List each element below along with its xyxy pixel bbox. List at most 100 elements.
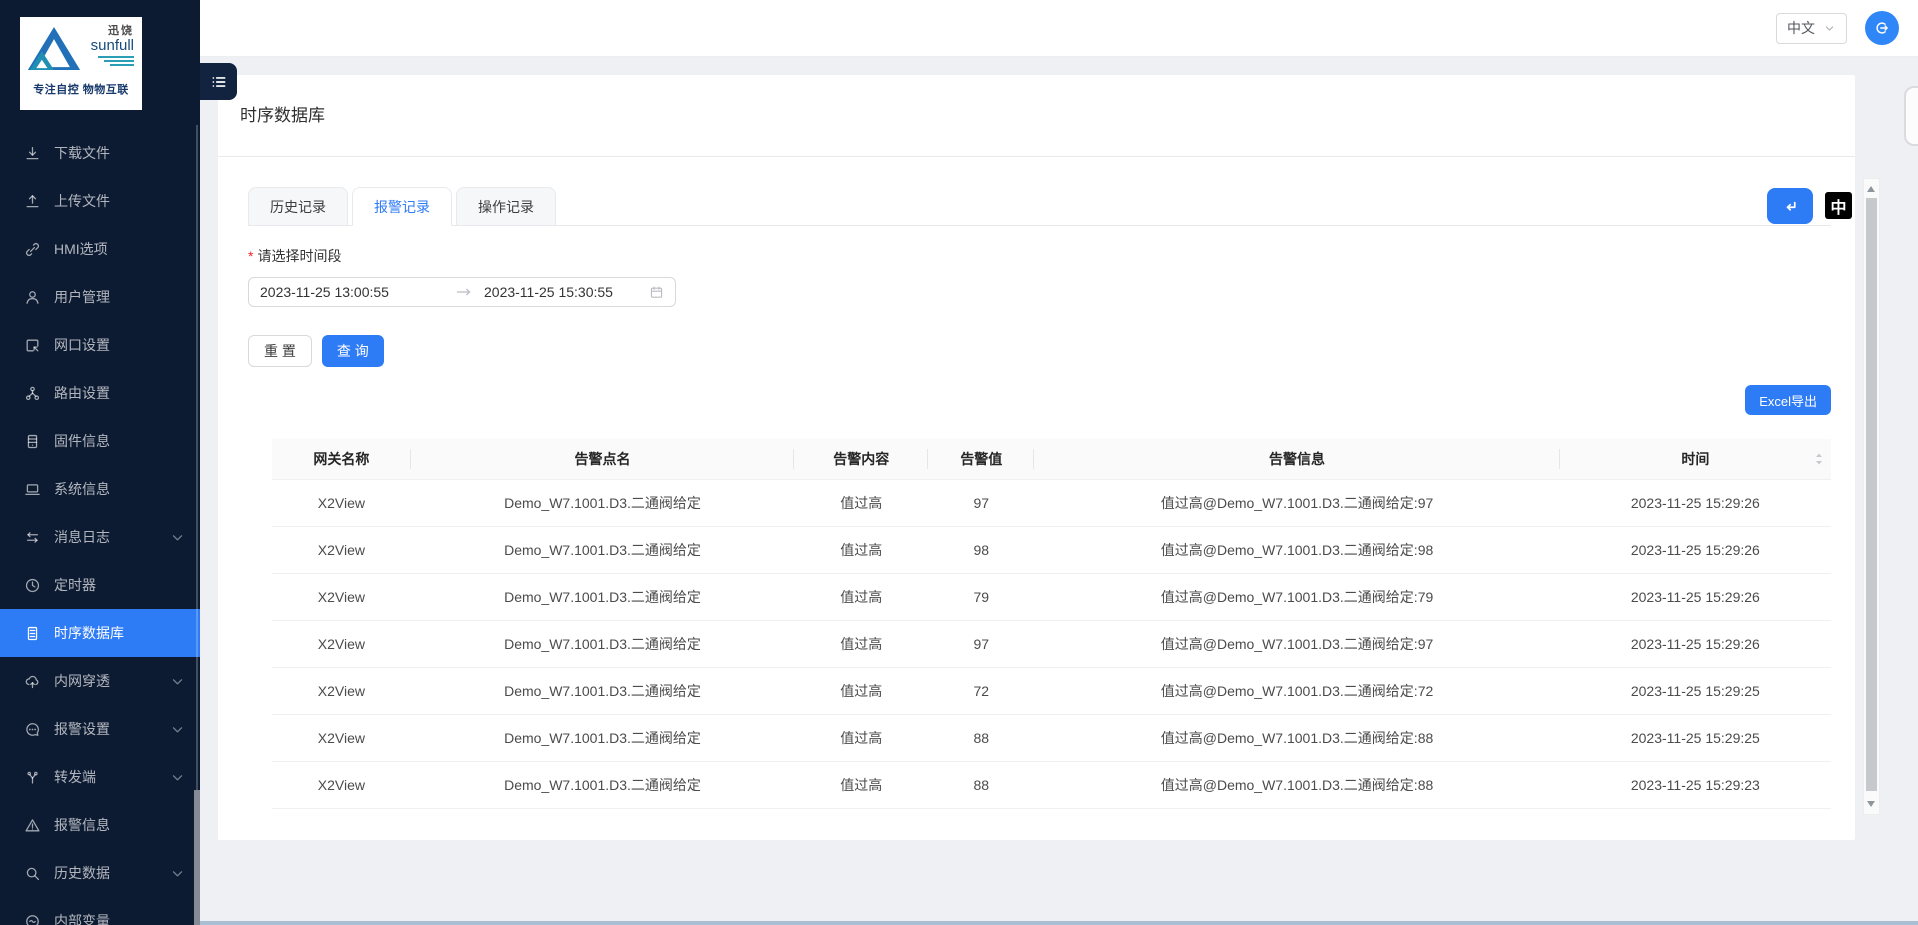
language-select[interactable]: 中文 <box>1776 13 1847 44</box>
table-row: X2ViewDemo_W7.1001.D3.二通阀给定值过高72值过高@Demo… <box>272 667 1831 714</box>
table-row: X2ViewDemo_W7.1001.D3.二通阀给定值过高79值过高@Demo… <box>272 573 1831 620</box>
translate-restore-button[interactable] <box>1767 188 1813 224</box>
sidebar-item[interactable]: 时序数据库 <box>0 609 200 657</box>
sidebar-item[interactable]: HMI选项 <box>0 225 200 273</box>
user-icon <box>24 289 41 306</box>
download-icon <box>24 145 41 162</box>
route-icon <box>24 385 41 402</box>
cell-info: 值过高@Demo_W7.1001.D3.二通阀给定:97 <box>1034 479 1559 526</box>
main-card: 时序数据库 历史记录报警记录操作记录 中 *请选择时间段 <box>218 75 1855 840</box>
sidebar-item-label: 定时器 <box>54 575 186 595</box>
upload-icon <box>24 193 41 210</box>
sidebar-collapse-toggle[interactable] <box>200 63 237 100</box>
main-column: 中文 时序数据库 <box>200 0 1918 925</box>
forward-icon <box>24 769 41 786</box>
brand-tagline: 专注自控 物物互联 <box>26 81 136 97</box>
cell-content: 值过高 <box>794 667 928 714</box>
sidebar-scrollbar-thumb[interactable] <box>194 790 200 925</box>
sidebar-item-label: 系统信息 <box>54 479 186 499</box>
time-range-picker[interactable]: 2023-11-25 13:00:55 2023-11-25 15:30:55 <box>248 277 676 307</box>
logout-icon <box>1874 20 1890 36</box>
sidebar-item-label: 历史数据 <box>54 863 156 883</box>
message-log-icon <box>24 529 41 546</box>
sidebar-item[interactable]: 消息日志 <box>0 513 200 561</box>
sidebar-item[interactable]: 报警信息 <box>0 801 200 849</box>
cell-point: Demo_W7.1001.D3.二通阀给定 <box>411 761 795 808</box>
range-start-value[interactable]: 2023-11-25 13:00:55 <box>260 284 456 300</box>
sidebar-item-label: 上传文件 <box>54 191 186 211</box>
cell-content: 值过高 <box>794 761 928 808</box>
column-header: 告警点名 <box>411 439 795 479</box>
content-scrollbar-thumb[interactable] <box>1866 198 1877 791</box>
cell-info: 值过高@Demo_W7.1001.D3.二通阀给定:88 <box>1034 761 1559 808</box>
page-content: 时序数据库 历史记录报警记录操作记录 中 *请选择时间段 <box>200 57 1918 840</box>
cell-point: Demo_W7.1001.D3.二通阀给定 <box>411 667 795 714</box>
reset-button[interactable]: 重 置 <box>248 335 312 367</box>
cell-content: 值过高 <box>794 573 928 620</box>
range-end-value[interactable]: 2023-11-25 15:30:55 <box>484 284 613 300</box>
cell-gateway: X2View <box>272 761 411 808</box>
brand-lines-decoration <box>82 56 134 66</box>
calendar-icon <box>649 285 664 300</box>
chevron-down-icon <box>1824 23 1835 34</box>
sidebar-item[interactable]: 上传文件 <box>0 177 200 225</box>
sidebar-item-label: 报警设置 <box>54 719 156 739</box>
column-header: 告警信息 <box>1034 439 1559 479</box>
chevron-down-icon <box>169 769 186 786</box>
sidebar-item[interactable]: 历史数据 <box>0 849 200 897</box>
sidebar-item[interactable]: 系统信息 <box>0 465 200 513</box>
internal-var-icon <box>24 913 41 925</box>
tab[interactable]: 历史记录 <box>248 187 348 226</box>
sidebar-item[interactable]: 转发端 <box>0 753 200 801</box>
cell-value: 97 <box>928 620 1034 667</box>
bottom-edge-scrollbar[interactable] <box>200 921 1918 925</box>
alarm-records-table: 网关名称告警点名告警内容告警值告警信息时间 X2ViewDemo_W7.1001… <box>272 439 1831 809</box>
chevron-down-icon <box>169 865 186 882</box>
cell-info: 值过高@Demo_W7.1001.D3.二通阀给定:79 <box>1034 573 1559 620</box>
table-row: X2ViewDemo_W7.1001.D3.二通阀给定值过高88值过高@Demo… <box>272 714 1831 761</box>
cell-value: 79 <box>928 573 1034 620</box>
cell-content: 值过高 <box>794 479 928 526</box>
cell-point: Demo_W7.1001.D3.二通阀给定 <box>411 526 795 573</box>
user-avatar[interactable] <box>1865 11 1899 45</box>
sidebar-item[interactable]: 下载文件 <box>0 129 200 177</box>
sidebar-item-label: 报警信息 <box>54 815 186 835</box>
tab[interactable]: 操作记录 <box>456 187 556 226</box>
sidebar-item[interactable]: 内部变量 <box>0 897 200 925</box>
cell-value: 88 <box>928 714 1034 761</box>
cell-time: 2023-11-25 15:29:25 <box>1560 667 1831 714</box>
sidebar-item[interactable]: 网口设置 <box>0 321 200 369</box>
content-scrollbar[interactable] <box>1863 178 1880 815</box>
table-row: X2ViewDemo_W7.1001.D3.二通阀给定值过高97值过高@Demo… <box>272 620 1831 667</box>
sidebar-item[interactable]: 路由设置 <box>0 369 200 417</box>
sidebar-item-label: 消息日志 <box>54 527 156 547</box>
scrollbar-down-arrow-icon[interactable] <box>1867 801 1875 807</box>
cell-gateway: X2View <box>272 667 411 714</box>
cell-value: 97 <box>928 479 1034 526</box>
column-header: 告警值 <box>928 439 1034 479</box>
sidebar-item[interactable]: 定时器 <box>0 561 200 609</box>
cell-point: Demo_W7.1001.D3.二通阀给定 <box>411 620 795 667</box>
cell-gateway: X2View <box>272 714 411 761</box>
query-button[interactable]: 查 询 <box>322 335 384 367</box>
sidebar-item[interactable]: 用户管理 <box>0 273 200 321</box>
sidebar-item[interactable]: 固件信息 <box>0 417 200 465</box>
sidebar-item[interactable]: 内网穿透 <box>0 657 200 705</box>
sidebar-item-label: 用户管理 <box>54 287 186 307</box>
sidebar-item[interactable]: 报警设置 <box>0 705 200 753</box>
floating-side-widget[interactable] <box>1904 86 1918 146</box>
link-icon <box>24 241 41 258</box>
tab[interactable]: 报警记录 <box>352 187 452 226</box>
scrollbar-up-arrow-icon[interactable] <box>1867 186 1875 192</box>
cell-value: 88 <box>928 761 1034 808</box>
cell-value: 72 <box>928 667 1034 714</box>
sidebar-item-label: 时序数据库 <box>54 623 186 643</box>
ethernet-icon <box>24 337 41 354</box>
cell-content: 值过高 <box>794 526 928 573</box>
translate-language-badge[interactable]: 中 <box>1825 192 1852 219</box>
sidebar-item-label: 网口设置 <box>54 335 186 355</box>
alarm-settings-icon <box>24 721 41 738</box>
sort-icon[interactable] <box>1814 452 1824 466</box>
excel-export-button[interactable]: Excel导出 <box>1745 385 1831 415</box>
brand-name-text: sunfull <box>82 38 134 54</box>
